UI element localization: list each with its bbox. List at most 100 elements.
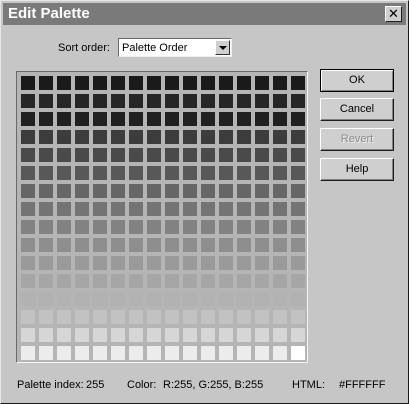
palette-swatch[interactable] xyxy=(129,328,143,342)
palette-swatch[interactable] xyxy=(21,328,35,342)
palette-swatch[interactable] xyxy=(165,130,179,144)
palette-swatch[interactable] xyxy=(237,202,251,216)
palette-swatch[interactable] xyxy=(273,292,287,306)
palette-swatch[interactable] xyxy=(183,202,197,216)
palette-swatch[interactable] xyxy=(75,238,89,252)
palette-swatch[interactable] xyxy=(75,202,89,216)
palette-swatch[interactable] xyxy=(273,328,287,342)
palette-swatch[interactable] xyxy=(291,220,305,234)
palette-swatch[interactable] xyxy=(219,148,233,162)
close-icon[interactable]: ✕ xyxy=(385,6,402,22)
palette-swatch[interactable] xyxy=(237,94,251,108)
palette-swatch[interactable] xyxy=(39,220,53,234)
palette-swatch[interactable] xyxy=(75,148,89,162)
palette-swatch[interactable] xyxy=(129,148,143,162)
palette-swatch[interactable] xyxy=(201,238,215,252)
palette-swatch[interactable] xyxy=(21,292,35,306)
palette-swatch[interactable] xyxy=(21,76,35,90)
palette-grid[interactable] xyxy=(19,74,307,362)
palette-swatch[interactable] xyxy=(219,166,233,180)
sort-order-select[interactable]: Palette Order xyxy=(118,38,232,57)
palette-swatch[interactable] xyxy=(147,184,161,198)
palette-swatch[interactable] xyxy=(21,238,35,252)
palette-swatch[interactable] xyxy=(93,238,107,252)
palette-swatch[interactable] xyxy=(111,148,125,162)
palette-swatch[interactable] xyxy=(75,346,89,360)
palette-swatch[interactable] xyxy=(129,130,143,144)
palette-swatch[interactable] xyxy=(57,76,71,90)
palette-swatch[interactable] xyxy=(75,130,89,144)
palette-swatch[interactable] xyxy=(273,130,287,144)
palette-swatch[interactable] xyxy=(291,184,305,198)
palette-swatch[interactable] xyxy=(111,328,125,342)
palette-swatch[interactable] xyxy=(237,238,251,252)
palette-swatch[interactable] xyxy=(147,202,161,216)
palette-swatch[interactable] xyxy=(201,166,215,180)
palette-swatch[interactable] xyxy=(237,76,251,90)
palette-swatch[interactable] xyxy=(291,148,305,162)
palette-swatch[interactable] xyxy=(255,166,269,180)
palette-swatch[interactable] xyxy=(75,184,89,198)
palette-swatch[interactable] xyxy=(93,202,107,216)
palette-swatch[interactable] xyxy=(21,130,35,144)
palette-swatch[interactable] xyxy=(39,76,53,90)
palette-swatch[interactable] xyxy=(237,328,251,342)
palette-swatch[interactable] xyxy=(129,310,143,324)
palette-swatch[interactable] xyxy=(57,238,71,252)
palette-swatch[interactable] xyxy=(75,166,89,180)
palette-swatch[interactable] xyxy=(129,112,143,126)
palette-swatch[interactable] xyxy=(201,184,215,198)
palette-swatch[interactable] xyxy=(255,184,269,198)
palette-swatch[interactable] xyxy=(165,184,179,198)
palette-swatch[interactable] xyxy=(21,166,35,180)
palette-swatch[interactable] xyxy=(237,112,251,126)
palette-swatch[interactable] xyxy=(147,130,161,144)
palette-swatch[interactable] xyxy=(255,94,269,108)
palette-swatch[interactable] xyxy=(237,310,251,324)
palette-swatch[interactable] xyxy=(201,328,215,342)
palette-swatch[interactable] xyxy=(93,130,107,144)
palette-swatch[interactable] xyxy=(237,166,251,180)
palette-swatch[interactable] xyxy=(39,238,53,252)
palette-swatch[interactable] xyxy=(165,112,179,126)
palette-swatch[interactable] xyxy=(129,292,143,306)
palette-swatch[interactable] xyxy=(273,166,287,180)
palette-swatch[interactable] xyxy=(201,202,215,216)
palette-swatch[interactable] xyxy=(57,202,71,216)
palette-swatch[interactable] xyxy=(165,148,179,162)
palette-swatch[interactable] xyxy=(21,184,35,198)
palette-swatch[interactable] xyxy=(147,166,161,180)
palette-swatch[interactable] xyxy=(39,112,53,126)
palette-swatch[interactable] xyxy=(57,274,71,288)
palette-swatch[interactable] xyxy=(273,112,287,126)
palette-swatch[interactable] xyxy=(21,256,35,270)
palette-swatch[interactable] xyxy=(219,346,233,360)
palette-swatch[interactable] xyxy=(219,310,233,324)
palette-swatch[interactable] xyxy=(219,292,233,306)
palette-swatch[interactable] xyxy=(57,292,71,306)
palette-swatch[interactable] xyxy=(237,220,251,234)
palette-swatch[interactable] xyxy=(183,220,197,234)
palette-swatch[interactable] xyxy=(147,112,161,126)
palette-swatch[interactable] xyxy=(57,220,71,234)
palette-swatch[interactable] xyxy=(39,292,53,306)
palette-swatch[interactable] xyxy=(111,292,125,306)
palette-swatch[interactable] xyxy=(201,274,215,288)
palette-swatch[interactable] xyxy=(21,148,35,162)
palette-swatch[interactable] xyxy=(201,346,215,360)
palette-swatch[interactable] xyxy=(255,112,269,126)
palette-swatch[interactable] xyxy=(183,292,197,306)
palette-swatch[interactable] xyxy=(183,310,197,324)
palette-swatch[interactable] xyxy=(75,94,89,108)
palette-swatch[interactable] xyxy=(201,112,215,126)
chevron-down-icon[interactable] xyxy=(215,40,230,55)
palette-swatch[interactable] xyxy=(183,346,197,360)
palette-swatch[interactable] xyxy=(111,256,125,270)
palette-swatch[interactable] xyxy=(183,76,197,90)
palette-swatch[interactable] xyxy=(57,148,71,162)
palette-swatch[interactable] xyxy=(291,346,305,360)
palette-swatch[interactable] xyxy=(57,184,71,198)
palette-swatch[interactable] xyxy=(237,184,251,198)
palette-swatch[interactable] xyxy=(201,76,215,90)
palette-swatch[interactable] xyxy=(219,94,233,108)
